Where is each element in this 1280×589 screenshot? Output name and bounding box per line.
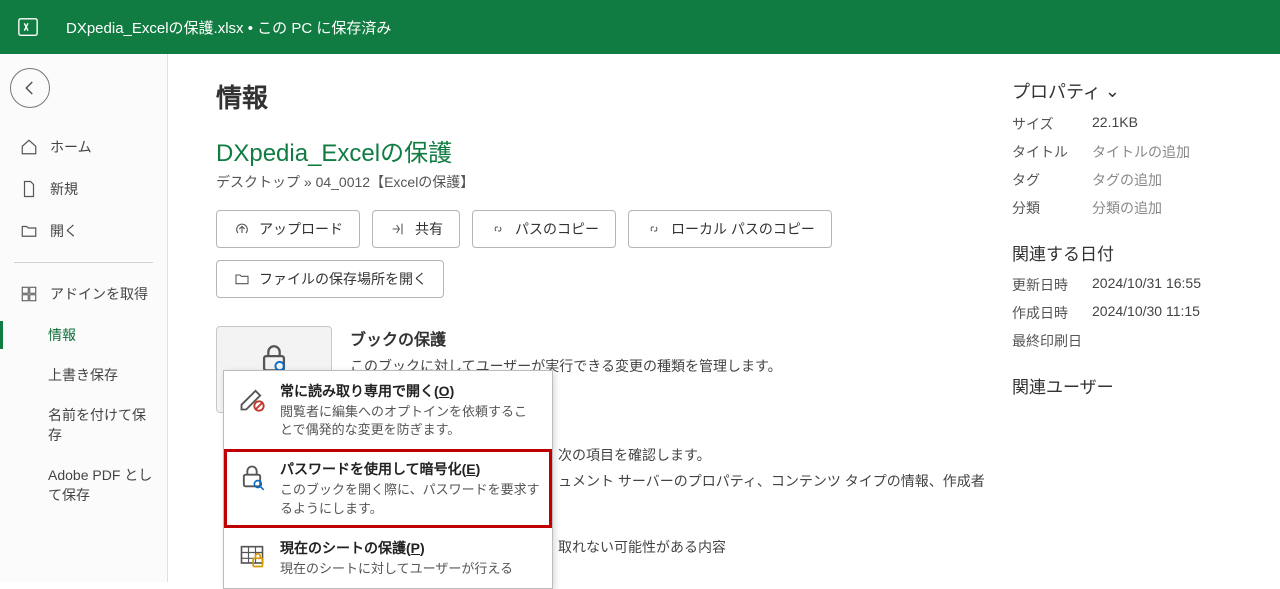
upload-icon — [233, 220, 251, 238]
property-row-title[interactable]: タイトル タイトルの追加 — [1012, 142, 1252, 162]
related-users-heading: 関連ユーザー — [1012, 373, 1252, 398]
inspect-line-1: 次の項目を確認します。 — [558, 444, 711, 468]
protect-sheet-icon — [236, 540, 268, 572]
button-label: ローカル パスのコピー — [671, 219, 815, 239]
folder-icon — [233, 270, 251, 288]
excel-app-icon — [14, 13, 42, 41]
encrypt-icon — [236, 461, 268, 493]
button-label: 共有 — [415, 219, 443, 239]
sidebar-item-home[interactable]: ホーム — [0, 126, 167, 168]
sidebar-item-new[interactable]: 新規 — [0, 168, 167, 210]
upload-button[interactable]: アップロード — [216, 210, 360, 248]
sidebar-item-save[interactable]: 上書き保存 — [0, 355, 167, 395]
property-key: 分類 — [1012, 198, 1092, 218]
backstage-sidebar: ホーム 新規 開く アドインを取得 情報 上書き保存 名前を付けて保存 Adob… — [0, 54, 168, 582]
sidebar-separator — [14, 262, 153, 263]
property-key: 更新日時 — [1012, 275, 1092, 295]
menu-item-title: 常に読み取り専用で開く(O) — [280, 381, 540, 401]
sidebar-label: 上書き保存 — [48, 367, 118, 383]
property-value: タグの追加 — [1092, 170, 1162, 190]
sidebar-label: ホーム — [50, 137, 92, 157]
property-row-size: サイズ 22.1KB — [1012, 114, 1252, 134]
inspect-line-2: ュメント サーバーのプロパティ、コンテンツ タイプの情報、作成者 — [558, 470, 985, 494]
properties-heading[interactable]: プロパティ⌄ — [1012, 78, 1252, 104]
sidebar-label: アドインを取得 — [50, 284, 148, 304]
readonly-icon — [236, 383, 268, 415]
sidebar-item-info[interactable]: 情報 — [0, 315, 167, 355]
page-title: 情報 — [216, 78, 1004, 115]
sidebar-item-open[interactable]: 開く — [0, 210, 167, 252]
copy-local-path-button[interactable]: ローカル パスのコピー — [628, 210, 832, 248]
menu-item-readonly[interactable]: 常に読み取り専用で開く(O) 閲覧者に編集へのオプトインを依頼することで偶発的な… — [224, 371, 552, 449]
menu-item-protect-sheet[interactable]: 現在のシートの保護(P) 現在のシートに対してユーザーが行える — [224, 528, 552, 588]
sidebar-label: 新規 — [50, 179, 78, 199]
protect-heading: ブックの保護 — [350, 326, 782, 350]
new-file-icon — [18, 178, 40, 200]
properties-panel: プロパティ⌄ サイズ 22.1KB タイトル タイトルの追加 タグ タグの追加 … — [1004, 78, 1252, 558]
addins-icon — [18, 283, 40, 305]
property-key: タグ — [1012, 170, 1092, 190]
home-icon — [18, 136, 40, 158]
document-path: デスクトップ » 04_0012【Excelの保護】 — [216, 172, 1004, 192]
action-row: アップロード 共有 パスのコピー ローカル パスのコピー ファイルの保存場所を開… — [216, 210, 1004, 298]
menu-item-desc: 閲覧者に編集へのオプトインを依頼することで偶発的な変更を防ぎます。 — [280, 403, 540, 439]
property-row-category[interactable]: 分類 分類の追加 — [1012, 198, 1252, 218]
back-button[interactable] — [10, 68, 50, 108]
sidebar-item-adobe-pdf[interactable]: Adobe PDF として保存 — [0, 455, 167, 515]
window-title: DXpedia_Excelの保護.xlsx • この PC に保存済み — [66, 17, 391, 38]
button-label: ファイルの保存場所を開く — [259, 269, 427, 289]
property-key: 最終印刷日 — [1012, 331, 1092, 351]
sidebar-label: 開く — [50, 221, 78, 241]
protect-workbook-dropdown: 常に読み取り専用で開く(O) 閲覧者に編集へのオプトインを依頼することで偶発的な… — [223, 370, 553, 589]
menu-item-title: 現在のシートの保護(P) — [280, 538, 513, 558]
folder-open-icon — [18, 220, 40, 242]
sidebar-item-get-addins[interactable]: アドインを取得 — [0, 273, 167, 315]
menu-item-encrypt[interactable]: パスワードを使用して暗号化(E) このブックを開く際に、パスワードを要求するよう… — [224, 449, 552, 527]
title-bar: DXpedia_Excelの保護.xlsx • この PC に保存済み — [0, 0, 1280, 54]
property-key: 作成日時 — [1012, 303, 1092, 323]
menu-item-desc: このブックを開く際に、パスワードを要求するようにします。 — [280, 481, 540, 517]
property-value: 2024/10/30 11:15 — [1092, 303, 1200, 323]
sidebar-label: 名前を付けて保存 — [48, 407, 146, 443]
related-dates-heading: 関連する日付 — [1012, 240, 1252, 265]
button-label: アップロード — [259, 219, 343, 239]
document-title: DXpedia_Excelの保護 — [216, 133, 1004, 168]
chevron-down-icon: ⌄ — [1105, 81, 1120, 102]
menu-item-title: パスワードを使用して暗号化(E) — [280, 459, 540, 479]
property-key: サイズ — [1012, 114, 1092, 134]
link-icon — [489, 220, 507, 238]
property-value: 22.1KB — [1092, 114, 1138, 134]
share-icon — [389, 220, 407, 238]
sidebar-label: Adobe PDF として保存 — [48, 467, 152, 503]
property-key: タイトル — [1012, 142, 1092, 162]
property-value: タイトルの追加 — [1092, 142, 1190, 162]
property-value: 2024/10/31 16:55 — [1092, 275, 1201, 295]
sidebar-item-saveas[interactable]: 名前を付けて保存 — [0, 395, 167, 455]
inspect-line-3: 取れない可能性がある内容 — [558, 536, 726, 560]
button-label: パスのコピー — [515, 219, 599, 239]
open-file-location-button[interactable]: ファイルの保存場所を開く — [216, 260, 444, 298]
property-row-modified: 更新日時 2024/10/31 16:55 — [1012, 275, 1252, 295]
property-row-created: 作成日時 2024/10/30 11:15 — [1012, 303, 1252, 323]
property-row-printed: 最終印刷日 — [1012, 331, 1252, 351]
property-row-tags[interactable]: タグ タグの追加 — [1012, 170, 1252, 190]
link-icon — [645, 220, 663, 238]
menu-item-desc: 現在のシートに対してユーザーが行える — [280, 560, 513, 578]
property-value: 分類の追加 — [1092, 198, 1162, 218]
share-button[interactable]: 共有 — [372, 210, 460, 248]
copy-path-button[interactable]: パスのコピー — [472, 210, 616, 248]
sidebar-label: 情報 — [48, 327, 76, 343]
